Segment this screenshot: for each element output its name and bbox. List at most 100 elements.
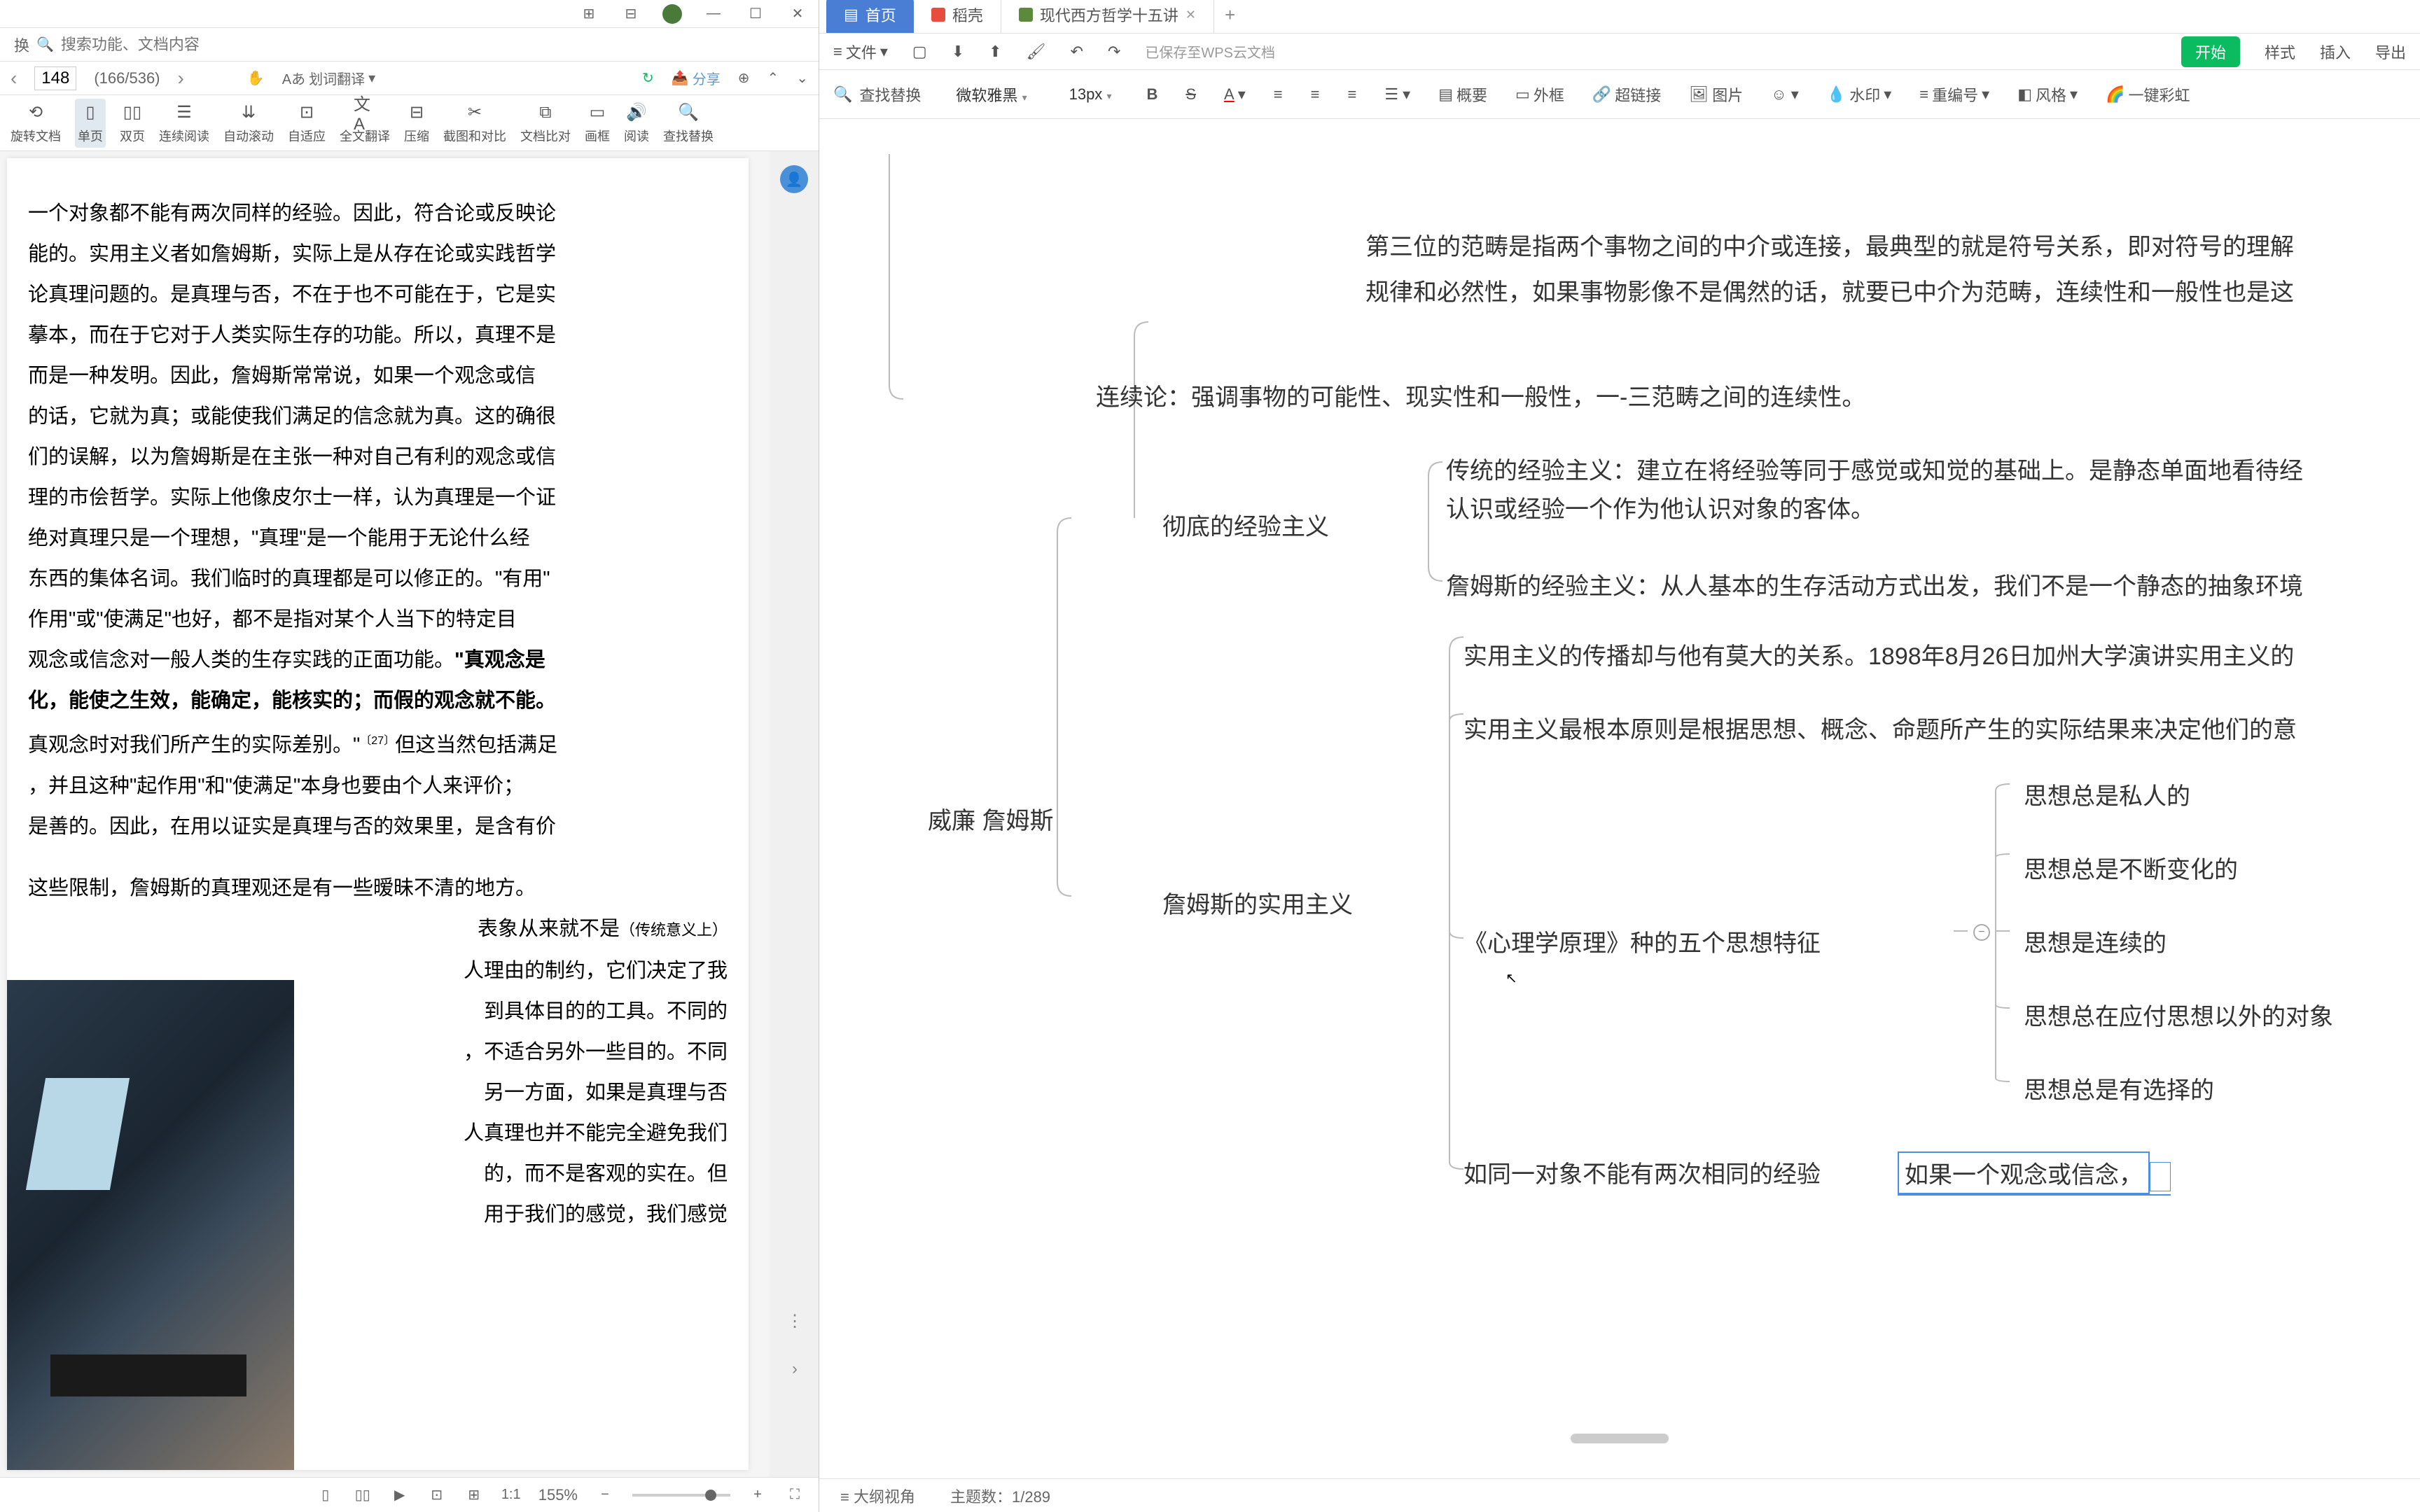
view-mode-2-icon[interactable]: ▯▯	[353, 1485, 373, 1505]
mm-node[interactable]: 规律和必然性，如果事物影像不是偶然的话，就要已中介为范畴，连续性和一般性也是这	[1365, 273, 2294, 307]
read-button[interactable]: 🔊阅读	[624, 102, 649, 145]
mm-node-root[interactable]: 威廉 詹姆斯	[928, 802, 1053, 836]
expand-icon[interactable]: ⌄	[796, 69, 808, 87]
redo-icon[interactable]: ↷	[1108, 43, 1120, 61]
fit-page-icon[interactable]: ⊞	[464, 1485, 484, 1505]
continuous-button[interactable]: ☰连续阅读	[159, 102, 209, 145]
find-replace-button[interactable]: 🔍[object Object]查找替换	[833, 83, 921, 106]
tab-document[interactable]: 现代西方哲学十五讲✕	[1001, 0, 1214, 33]
mm-node[interactable]: 连续论：强调事物的可能性、现实性和一般性，一-三范畴之间的连续性。	[1096, 378, 1865, 412]
start-button[interactable]: 开始	[2181, 36, 2240, 67]
strike-button[interactable]: S	[1185, 85, 1196, 104]
mm-node[interactable]: 认识或经验一个作为他认识对象的客体。	[1446, 490, 1875, 524]
maximize-icon[interactable]: ☐	[745, 4, 766, 24]
rotate-button[interactable]: ⟲旋转文档	[11, 102, 61, 145]
find-replace-button[interactable]: 🔍查找替换	[663, 102, 714, 145]
double-page-button[interactable]: ▯▯双页	[120, 102, 145, 145]
style-button[interactable]: ◧ 风格 ▾	[2017, 83, 2078, 106]
font-select[interactable]: 微软雅黑 ▾	[949, 80, 1034, 108]
mm-node[interactable]: 实用主义的传播却与他有莫大的关系。1898年8月26日加州大学演讲实用主义的	[1463, 637, 2294, 671]
next-page-button[interactable]: ›	[178, 67, 184, 90]
tab-add-button[interactable]: +	[1214, 0, 1246, 33]
mm-node[interactable]: 彻底的经验主义	[1162, 507, 1329, 542]
mindmap-canvas[interactable]: 第三位的范畴是指两个事物之间的中介或连接，最典型的就是符号关系，即对符号的理解 …	[819, 119, 2420, 1478]
horizontal-scrollbar[interactable]	[1571, 1434, 1669, 1443]
mm-node[interactable]: 思想总是有选择的	[2024, 1071, 2214, 1105]
collapse-toggle[interactable]: −	[1973, 924, 1990, 941]
mm-node[interactable]: 如同一对象不能有两次相同的经验	[1463, 1155, 1821, 1189]
cloud-sync-icon[interactable]: ↻	[642, 69, 654, 87]
layout-icon[interactable]: ⊞	[578, 4, 599, 24]
zoom-out-icon[interactable]: −	[595, 1485, 615, 1505]
file-menu[interactable]: ≡ 文件 ▾	[833, 41, 888, 63]
align-right-icon[interactable]: ≡	[1347, 85, 1356, 104]
frame-button[interactable]: ▭画框	[585, 102, 610, 145]
page-input[interactable]	[34, 66, 76, 90]
user-badge[interactable]: 👤	[780, 165, 808, 193]
mm-node[interactable]: 《心理学原理》种的五个思想特征	[1463, 924, 1821, 958]
rainbow-button[interactable]: 🌈 一键彩虹	[2106, 83, 2190, 106]
export-menu[interactable]: 导出	[2375, 41, 2406, 63]
new-icon[interactable]: ▢	[912, 43, 927, 61]
more-icon[interactable]: ⊕	[738, 69, 750, 87]
adapt-button[interactable]: ⊡自适应	[288, 102, 326, 145]
minimize-icon[interactable]: —	[703, 4, 724, 24]
single-page-button[interactable]: ▯单页	[75, 99, 106, 148]
upload-icon[interactable]: ⬆	[989, 43, 1001, 61]
link-button[interactable]: 🔗 超链接	[1592, 83, 1661, 106]
image-button[interactable]: 🖼 图片	[1689, 83, 1743, 106]
watermark-button[interactable]: 💧水印 ▾	[1827, 83, 1891, 106]
outline-view-button[interactable]: ≡ 大纲视角	[840, 1485, 915, 1507]
mm-node[interactable]: 实用主义最根本原则是根据思想、概念、命题所产生的实际结果来决定他们的意	[1463, 710, 2297, 745]
insert-menu[interactable]: 插入	[2320, 41, 2351, 63]
mm-node[interactable]: 思想总是私人的	[2024, 777, 2190, 811]
play-icon[interactable]: ▶	[390, 1485, 410, 1505]
fulltext-translate-button[interactable]: 文A全文翻译	[340, 102, 390, 145]
undo-icon[interactable]: ↶	[1071, 43, 1083, 61]
mm-node[interactable]: 思想是连续的	[2024, 924, 2167, 958]
sidebar-scroll-icon[interactable]: ›	[792, 1359, 796, 1379]
actual-size-icon[interactable]: 1:1	[501, 1485, 521, 1505]
auto-scroll-button[interactable]: ⇊自动滚动	[223, 102, 274, 145]
font-size-select[interactable]: 13px ▾	[1062, 83, 1119, 106]
font-color-button[interactable]: A ▾	[1224, 85, 1246, 104]
tab-daoke[interactable]: 稻壳	[914, 0, 1001, 33]
mm-node[interactable]: 思想总是不断变化的	[2024, 850, 2238, 885]
fit-width-icon[interactable]: ⊡	[427, 1485, 447, 1505]
renumber-button[interactable]: ≡ 重编号 ▾	[1919, 83, 1989, 106]
brush-icon[interactable]: 🖌	[1027, 43, 1046, 61]
close-icon[interactable]: ✕	[787, 4, 808, 24]
view-mode-1-icon[interactable]: ▯	[316, 1485, 335, 1505]
avatar-icon[interactable]	[662, 4, 682, 24]
icon-button[interactable]: ☺ ▾	[1771, 85, 1799, 104]
tab-close-icon[interactable]: ✕	[1185, 8, 1196, 22]
zoom-in-icon[interactable]: +	[748, 1485, 767, 1505]
compress-button[interactable]: ⊟压缩	[404, 102, 429, 145]
download-icon[interactable]: ⬇	[952, 43, 964, 61]
sidebar-more-icon[interactable]: ⋮	[786, 1311, 802, 1331]
zoom-slider[interactable]	[632, 1494, 730, 1497]
mm-node[interactable]: 思想总在应付思想以外的对象	[2024, 997, 2333, 1032]
summary-button[interactable]: ▤ 概要	[1438, 83, 1487, 106]
search-input[interactable]	[61, 36, 805, 54]
style-menu[interactable]: 样式	[2265, 41, 2295, 63]
hand-tool-icon[interactable]: ✋	[247, 69, 265, 87]
list-icon[interactable]: ☰ ▾	[1384, 85, 1410, 104]
bold-button[interactable]: B	[1146, 85, 1157, 104]
mm-node[interactable]: 詹姆斯的实用主义	[1162, 886, 1353, 920]
grid-icon[interactable]: ⊟	[620, 4, 641, 24]
share-button[interactable]: 📤 分享	[672, 68, 721, 88]
align-center-icon[interactable]: ≡	[1311, 85, 1320, 104]
tab-home[interactable]: ▤ 首页	[826, 0, 914, 33]
compare-button[interactable]: ⧉文档比对	[520, 102, 571, 145]
mm-node[interactable]: 传统的经验主义：建立在将经验等同于感觉或知觉的基础上。是静态单面地看待经	[1446, 451, 2303, 486]
fullscreen-icon[interactable]: ⛶	[785, 1485, 805, 1505]
crop-button[interactable]: ✂截图和对比	[443, 102, 506, 145]
mm-node-editing[interactable]: 如果一个观念或信念，	[1898, 1152, 2171, 1196]
collapse-icon[interactable]: ⌃	[767, 69, 779, 87]
mm-node[interactable]: 詹姆斯的经验主义：从人基本的生存活动方式出发，我们不是一个静态的抽象环境	[1446, 567, 2303, 601]
select-translate[interactable]: Aあ 划词翻译 ▾	[282, 68, 375, 88]
frame-button[interactable]: ▭ 外框	[1515, 83, 1564, 106]
prev-page-button[interactable]: ‹	[11, 67, 17, 90]
align-left-icon[interactable]: ≡	[1274, 85, 1283, 104]
